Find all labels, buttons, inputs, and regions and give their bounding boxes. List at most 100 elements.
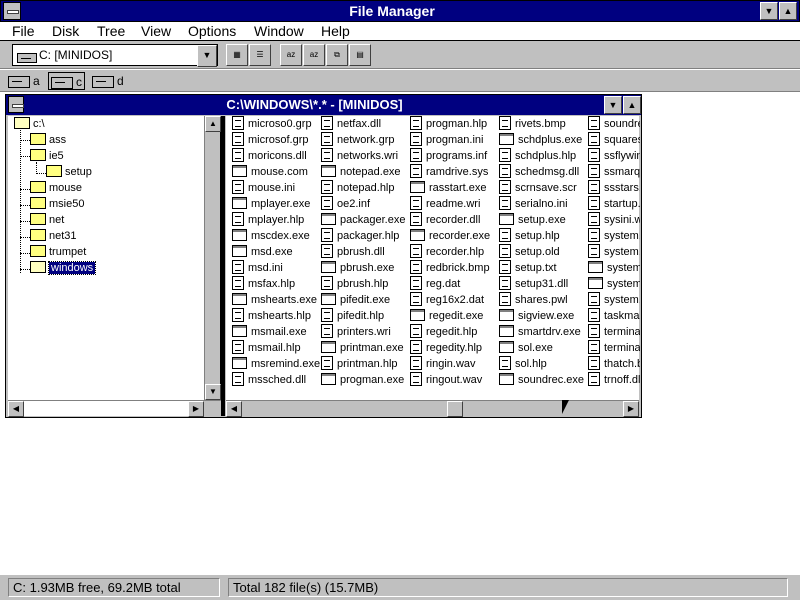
file-item[interactable]: oe2.inf xyxy=(321,196,409,212)
file-item[interactable]: schdplus.exe xyxy=(499,132,587,148)
file-item[interactable]: ringout.wav xyxy=(410,372,498,388)
file-item[interactable]: pifedit.hlp xyxy=(321,308,409,324)
file-item[interactable]: setup.hlp xyxy=(499,228,587,244)
file-item[interactable]: recorder.hlp xyxy=(410,244,498,260)
scroll-up-arrow-icon[interactable]: ▲ xyxy=(205,116,221,132)
file-item[interactable]: squares xyxy=(588,132,640,148)
menu-help[interactable]: Help xyxy=(321,22,350,41)
scroll-right-arrow-icon[interactable]: ▶ xyxy=(188,401,204,417)
file-item[interactable]: mouse.com xyxy=(232,164,320,180)
file-item[interactable]: startup.g xyxy=(588,196,640,212)
tree-item-ie5[interactable]: ie5 xyxy=(30,148,64,164)
file-item[interactable]: msmail.hlp xyxy=(232,340,320,356)
file-item[interactable]: system.c xyxy=(588,228,640,244)
directory-tree-pane[interactable]: c:\ ass ie5 setup mouse msie50 net net31… xyxy=(8,116,221,417)
minimize-button[interactable]: ▼ xyxy=(760,2,778,20)
scroll-right-arrow-icon[interactable]: ▶ xyxy=(623,401,639,417)
file-item[interactable]: msd.exe xyxy=(232,244,320,260)
file-item[interactable]: mssched.dll xyxy=(232,372,320,388)
tree-item-ass[interactable]: ass xyxy=(30,132,66,148)
file-item[interactable]: schedmsg.dll xyxy=(499,164,587,180)
file-item[interactable]: scrnsave.scr xyxy=(499,180,587,196)
tree-item-root[interactable]: c:\ xyxy=(14,116,45,132)
file-item[interactable]: recorder.dll xyxy=(410,212,498,228)
file-item[interactable]: regedity.hlp xyxy=(410,340,498,356)
file-item[interactable]: rasstart.exe xyxy=(410,180,498,196)
file-item[interactable]: programs.inf xyxy=(410,148,498,164)
tree-item-setup[interactable]: setup xyxy=(46,164,92,180)
scroll-thumb[interactable] xyxy=(447,401,463,417)
file-item[interactable]: notepad.exe xyxy=(321,164,409,180)
scroll-down-arrow-icon[interactable]: ▼ xyxy=(205,384,221,400)
file-item[interactable]: ssstars.s xyxy=(588,180,640,196)
menu-file[interactable]: File xyxy=(12,22,35,41)
menu-options[interactable]: Options xyxy=(188,22,236,41)
tree-horizontal-scrollbar[interactable]: ◀ ▶ xyxy=(8,400,221,417)
file-item[interactable]: soundre xyxy=(588,116,640,132)
file-item[interactable]: system.i xyxy=(588,292,640,308)
file-item[interactable]: soundrec.exe xyxy=(499,372,587,388)
copy-button[interactable]: ⧉ xyxy=(326,44,348,66)
file-item[interactable]: recorder.exe xyxy=(410,228,498,244)
file-item[interactable]: msfax.hlp xyxy=(232,276,320,292)
file-item[interactable]: mshearts.hlp xyxy=(232,308,320,324)
file-item[interactable]: progman.exe xyxy=(321,372,409,388)
file-item[interactable]: shares.pwl xyxy=(499,292,587,308)
file-list-pane[interactable]: microso0.grp microsof.grp moricons.dll mous… xyxy=(226,116,640,417)
file-item[interactable]: microso0.grp xyxy=(232,116,320,132)
tree-item-mouse[interactable]: mouse xyxy=(30,180,82,196)
view-large-icons-button[interactable]: ▦ xyxy=(226,44,248,66)
file-item[interactable]: regedit.exe xyxy=(410,308,498,324)
file-item[interactable]: printman.exe xyxy=(321,340,409,356)
file-item[interactable]: readme.wri xyxy=(410,196,498,212)
file-item[interactable]: setup.txt xyxy=(499,260,587,276)
file-item[interactable]: mouse.ini xyxy=(232,180,320,196)
files-horizontal-scrollbar[interactable]: ◀ ▶ xyxy=(226,400,639,417)
file-item[interactable]: printers.wri xyxy=(321,324,409,340)
file-item[interactable]: mplayer.exe xyxy=(232,196,320,212)
file-item[interactable]: reg16x2.dat xyxy=(410,292,498,308)
file-item[interactable]: sol.exe xyxy=(499,340,587,356)
drive-d-button[interactable]: d xyxy=(92,72,124,90)
file-item[interactable]: networks.wri xyxy=(321,148,409,164)
file-item[interactable]: rivets.bmp xyxy=(499,116,587,132)
file-item[interactable]: network.grp xyxy=(321,132,409,148)
file-item[interactable]: terminal xyxy=(588,340,640,356)
file-item[interactable]: progman.ini xyxy=(410,132,498,148)
menu-view[interactable]: View xyxy=(141,22,171,41)
dropdown-arrow-icon[interactable]: ▼ xyxy=(197,45,217,67)
view-list-button[interactable]: ☰ xyxy=(249,44,271,66)
menu-disk[interactable]: Disk xyxy=(52,22,79,41)
tree-item-windows[interactable]: windows xyxy=(30,260,97,276)
drive-a-button[interactable]: a xyxy=(8,72,40,90)
pane-splitter[interactable] xyxy=(221,116,225,416)
system-menu-icon[interactable] xyxy=(3,2,21,20)
file-item[interactable]: netfax.dll xyxy=(321,116,409,132)
file-item[interactable]: setup.exe xyxy=(499,212,587,228)
file-item[interactable]: sol.hlp xyxy=(499,356,587,372)
file-item[interactable]: setup31.dll xyxy=(499,276,587,292)
file-item[interactable]: redbrick.bmp xyxy=(410,260,498,276)
maximize-button[interactable]: ▲ xyxy=(779,2,797,20)
child-minimize-button[interactable]: ▼ xyxy=(604,96,622,114)
tree-item-net31[interactable]: net31 xyxy=(30,228,77,244)
file-item[interactable]: terminal xyxy=(588,324,640,340)
file-item[interactable]: system.c xyxy=(588,244,640,260)
file-item[interactable]: msmail.exe xyxy=(232,324,320,340)
file-item[interactable]: microsof.grp xyxy=(232,132,320,148)
scroll-left-arrow-icon[interactable]: ◀ xyxy=(226,401,242,417)
file-item[interactable]: ramdrive.sys xyxy=(410,164,498,180)
file-item[interactable]: thatch.b xyxy=(588,356,640,372)
sort-by-type-button[interactable]: az xyxy=(303,44,325,66)
file-item[interactable]: progman.hlp xyxy=(410,116,498,132)
file-item[interactable]: setup.old xyxy=(499,244,587,260)
file-item[interactable]: regedit.hlp xyxy=(410,324,498,340)
file-item[interactable]: ssmarqu xyxy=(588,164,640,180)
tree-item-trumpet[interactable]: trumpet xyxy=(30,244,86,260)
tree-item-msie50[interactable]: msie50 xyxy=(30,196,84,212)
file-item[interactable]: schdplus.hlp xyxy=(499,148,587,164)
file-item[interactable]: system.e xyxy=(588,260,640,276)
drive-selector[interactable]: C: [MINIDOS] ▼ xyxy=(12,44,218,67)
file-item[interactable]: sigview.exe xyxy=(499,308,587,324)
file-item[interactable]: notepad.hlp xyxy=(321,180,409,196)
